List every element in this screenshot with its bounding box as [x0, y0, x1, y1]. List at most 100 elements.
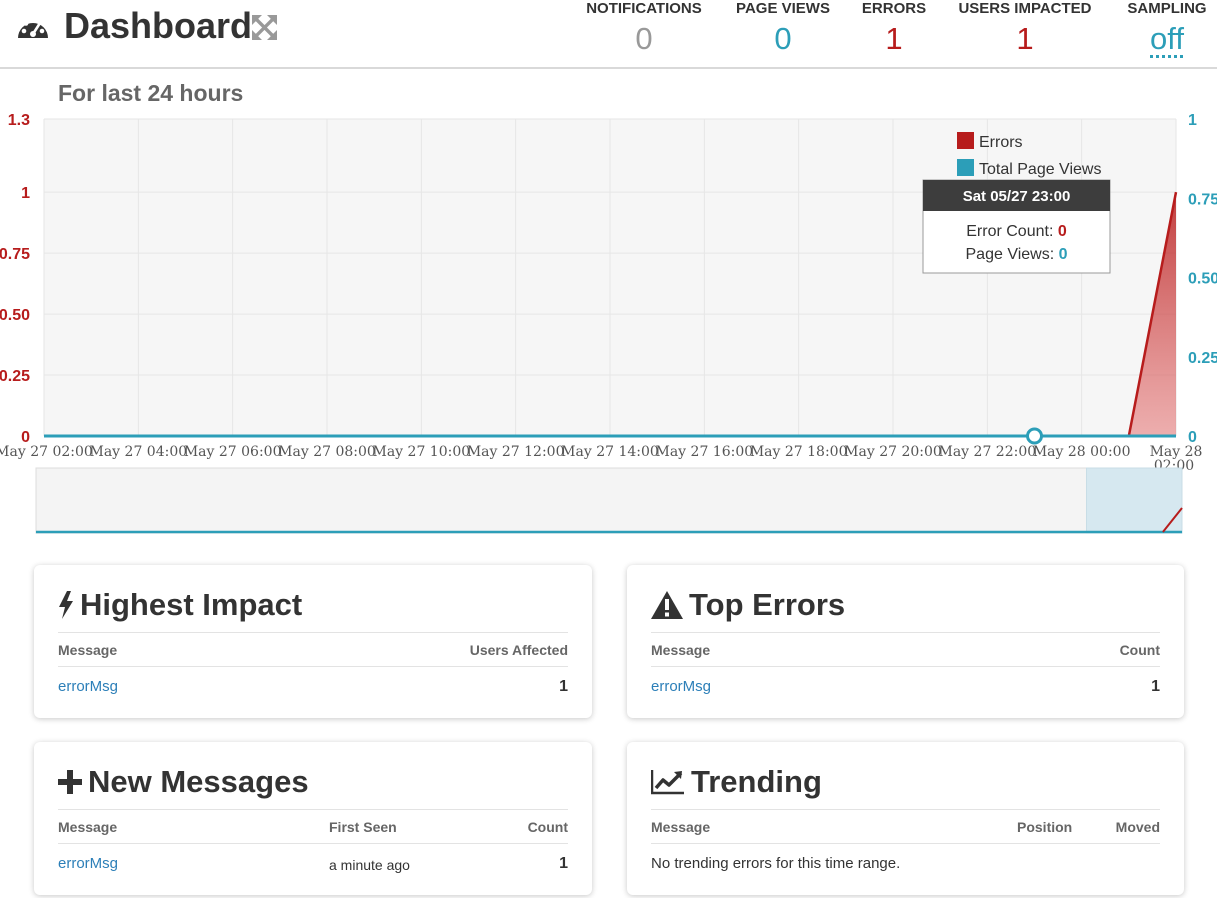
y-axis-right-tick-label: 0.25 [1188, 350, 1217, 367]
page-title: Dashboard [64, 5, 253, 46]
column-header-message[interactable]: Message [58, 819, 117, 835]
panel-title: New Messages [58, 762, 309, 802]
new-messages-panel: New Messages Message First Seen Count er… [34, 742, 592, 895]
error-count-value: 1 [1151, 678, 1160, 695]
x-axis-tick-label: May 27 02:00 [0, 444, 93, 460]
legend-label: Errors [979, 134, 1023, 151]
y-axis-left-tick-label: 1.3 [8, 112, 30, 129]
y-axis-right-tick-label: 0.50 [1188, 271, 1217, 288]
column-header-message[interactable]: Message [58, 642, 117, 658]
error-message-link[interactable]: errorMsg [651, 678, 711, 695]
stat-label: SAMPLING [1127, 0, 1207, 17]
column-header-position[interactable]: Position [1017, 819, 1072, 835]
stat-label: USERS IMPACTED [958, 0, 1092, 17]
panel-title: Trending [651, 762, 822, 802]
dashboard-gauge-icon [18, 17, 48, 38]
x-axis-tick-label: May 27 04:00 [90, 444, 188, 460]
panel-title-text: New Messages [88, 764, 309, 799]
trending-empty-message: No trending errors for this time range. [651, 855, 901, 872]
tooltip-views-label: Page Views: [966, 246, 1059, 263]
panel-title: Highest Impact [58, 585, 302, 625]
column-header-first-seen[interactable]: First Seen [329, 819, 397, 835]
stat-users-impacted: USERS IMPACTED 1 [955, 0, 1095, 58]
column-header-message[interactable]: Message [651, 642, 710, 658]
table-row: No trending errors for this time range. [651, 844, 1160, 884]
stat-label: NOTIFICATIONS [586, 0, 702, 17]
new-messages-table: Message First Seen Count errorMsg a minu… [58, 809, 568, 884]
errors-pageviews-chart[interactable]: 0 0.25 0.50 0.75 1 1.3 0 0.25 0.50 0.75 1 May 27 02… [0, 105, 1217, 537]
legend-swatch [957, 132, 974, 149]
stat-label: ERRORS [861, 0, 927, 17]
stat-label: PAGE VIEWS [736, 0, 830, 17]
top-errors-panel: Top Errors Message Count errorMsg 1 [627, 565, 1184, 718]
highest-impact-table: Message Users Affected errorMsg 1 [58, 632, 568, 707]
hover-point-marker [1026, 427, 1043, 445]
y-axis-left-tick-label: 0.50 [0, 307, 30, 324]
tooltip-error-value: 0 [1058, 223, 1067, 240]
stat-value: 1 [885, 21, 903, 56]
x-axis-tick-label: May 27 22:00 [939, 444, 1037, 460]
x-axis-tick-label: May 27 20:00 [844, 444, 942, 460]
trending-table: Message Position Moved No trending error… [651, 809, 1160, 884]
legend-label: Total Page Views [979, 161, 1101, 178]
chart-range-title: For last 24 hours [58, 80, 244, 106]
panel-title-text: Highest Impact [80, 587, 303, 622]
trending-panel: Trending Message Position Moved No trend… [627, 742, 1184, 895]
table-header: Message Count [651, 633, 1160, 667]
stat-notifications: NOTIFICATIONS 0 [584, 0, 704, 58]
tooltip-page-views: Page Views: 0 [966, 246, 1068, 263]
bolt-icon [59, 591, 73, 619]
column-header-count[interactable]: Count [1120, 642, 1160, 658]
trending-chart-icon [651, 770, 684, 795]
y-axis-left-tick-label: 0.75 [0, 246, 30, 263]
stat-page-views: PAGE VIEWS 0 [733, 0, 833, 58]
navigator-selection-window[interactable] [1086, 467, 1183, 534]
y-axis-right-tick-label: 0.75 [1188, 191, 1217, 208]
tooltip-error-label: Error Count: [966, 223, 1058, 240]
x-axis-tick-label: May 28 00:00 [1033, 444, 1131, 460]
sampling-toggle-link[interactable]: off [1122, 20, 1212, 58]
x-axis-tick-label: May 27 16:00 [656, 444, 754, 460]
x-axis-tick-label: May 27 06:00 [184, 444, 282, 460]
y-axis-right-tick-label: 1 [1188, 112, 1197, 129]
table-header: Message Position Moved [651, 810, 1160, 844]
users-affected-value: 1 [559, 678, 568, 695]
top-errors-table: Message Count errorMsg 1 [651, 632, 1160, 707]
y-axis-left-tick-label: 0.25 [0, 368, 30, 385]
table-header: Message First Seen Count [58, 810, 568, 844]
x-axis-tick-label: May 27 18:00 [750, 444, 848, 460]
column-header-count[interactable]: Count [528, 819, 568, 835]
stat-value: 1 [1016, 21, 1034, 56]
column-header-users-affected[interactable]: Users Affected [470, 642, 568, 658]
table-row: errorMsg 1 [651, 667, 1160, 707]
tooltip-views-value: 0 [1059, 246, 1068, 263]
warning-icon [651, 591, 683, 619]
table-row: errorMsg a minute ago 1 [58, 844, 568, 884]
column-header-moved[interactable]: Moved [1116, 819, 1160, 835]
navigator-background [35, 467, 1183, 534]
stat-errors: ERRORS 1 [858, 0, 930, 58]
tooltip-error-count: Error Count: 0 [966, 223, 1067, 240]
stat-value: 0 [635, 21, 653, 56]
highest-impact-panel: Highest Impact Message Users Affected er… [34, 565, 592, 718]
x-axis-tick-label: May 27 10:00 [373, 444, 471, 460]
panel-title: Top Errors [651, 585, 845, 625]
plus-icon [58, 770, 82, 794]
error-message-link[interactable]: errorMsg [58, 855, 118, 872]
x-axis-tick-label: May 27 14:00 [561, 444, 659, 460]
table-row: errorMsg 1 [58, 667, 568, 707]
expand-icon[interactable] [251, 14, 278, 41]
x-axis-tick-label: May 27 08:00 [278, 444, 376, 460]
x-axis-tick-label: May 27 12:00 [467, 444, 565, 460]
legend-swatch [957, 159, 974, 176]
tooltip-title: Sat 05/27 23:00 [963, 188, 1071, 205]
table-header: Message Users Affected [58, 633, 568, 667]
first-seen-value: a minute ago [329, 857, 410, 873]
stat-sampling: SAMPLING off [1122, 0, 1212, 58]
message-count-value: 1 [559, 855, 568, 872]
error-message-link[interactable]: errorMsg [58, 678, 118, 695]
panel-title-text: Trending [691, 764, 822, 799]
dashboard-header: Dashboard NOTIFICATIONS 0 PAGE VIEWS 0 E… [0, 0, 1217, 69]
column-header-message[interactable]: Message [651, 819, 710, 835]
panel-title-text: Top Errors [689, 587, 846, 622]
